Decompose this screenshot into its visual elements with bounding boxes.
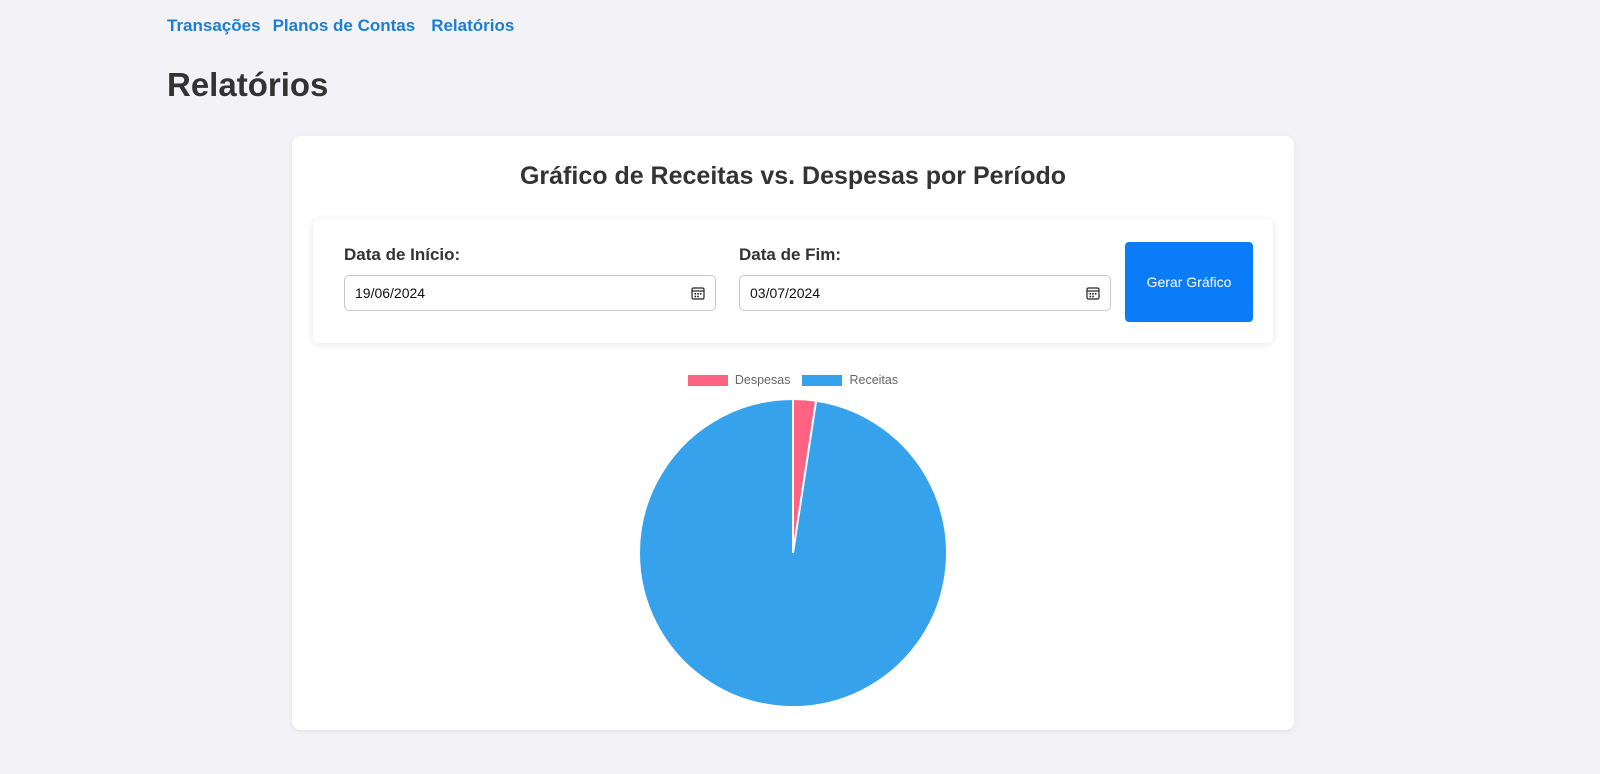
nav-link-transacoes[interactable]: Transações — [167, 16, 261, 36]
nav-link-relatorios[interactable]: Relatórios — [431, 16, 514, 36]
nav-link-planos-de-contas[interactable]: Planos de Contas — [273, 16, 416, 36]
report-card: Gráfico de Receitas vs. Despesas por Per… — [292, 136, 1294, 730]
top-navigation: Transações Planos de Contas Relatórios — [167, 16, 514, 36]
page-title: Relatórios — [167, 66, 329, 103]
pie-chart — [638, 397, 948, 708]
pie-slice-receitas[interactable] — [638, 397, 948, 708]
